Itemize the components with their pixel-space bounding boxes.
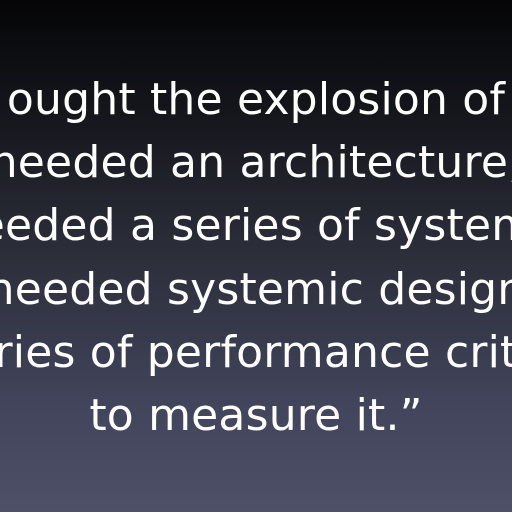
quote-line-3: eeded a series of system bbox=[0, 200, 512, 251]
quote-line-4: needed systemic design bbox=[0, 264, 512, 315]
quote-text-block: ought the explosion of needed an archite… bbox=[0, 0, 512, 512]
quote-line-5: ries of performance crit bbox=[0, 327, 512, 378]
quote-line-1: ought the explosion of bbox=[6, 74, 506, 125]
quote-line-6: to measure it.” bbox=[89, 390, 423, 441]
quote-line-2: needed an architecture, bbox=[0, 137, 512, 188]
